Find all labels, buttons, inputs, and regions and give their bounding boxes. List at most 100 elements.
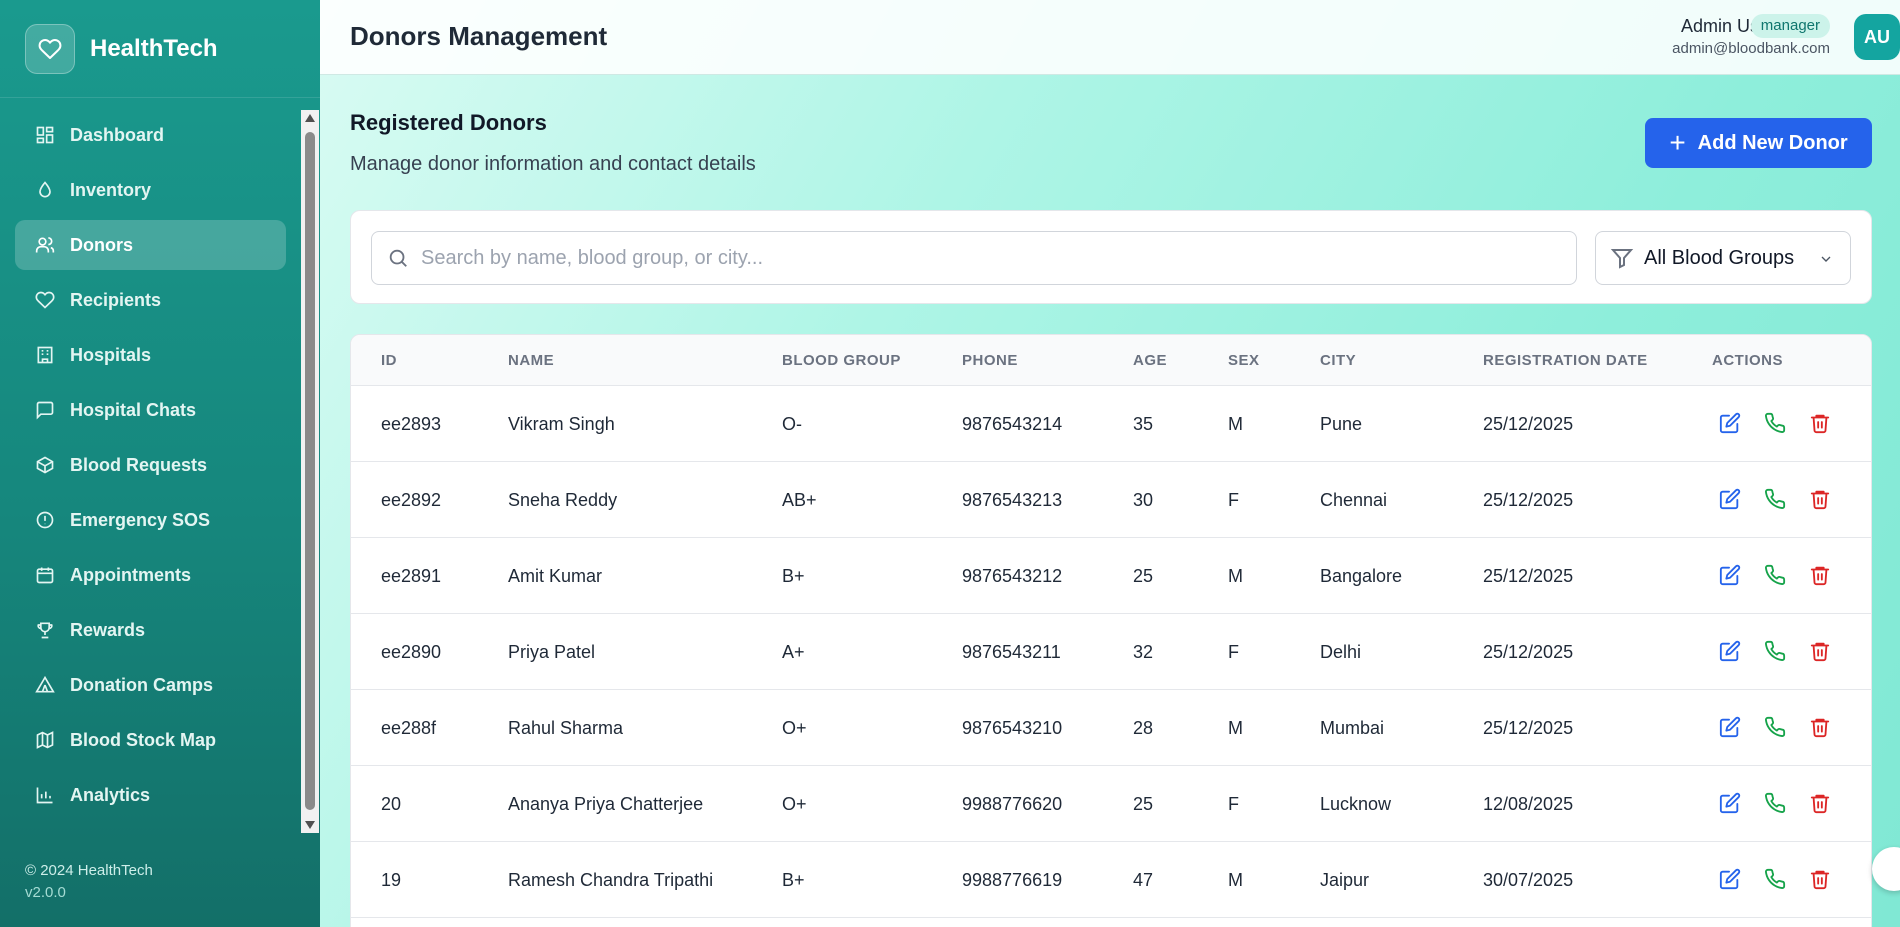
sidebar-item-recipients[interactable]: Recipients (15, 275, 286, 325)
cell-registration-date: 25/12/2025 (1483, 490, 1574, 510)
sidebar-item-label: Hospital Chats (70, 399, 197, 420)
cell-city: Lucknow (1320, 794, 1392, 814)
cell-registration-date: 25/12/2025 (1483, 414, 1574, 434)
scroll-down-icon[interactable] (305, 821, 315, 829)
plus-icon: + (1669, 127, 1686, 158)
top-bar: Donors Management Admin User manager adm… (320, 0, 1900, 75)
edit-icon[interactable] (1719, 868, 1743, 892)
cell-registration-date: 25/12/2025 (1483, 642, 1574, 662)
calendar-icon (36, 567, 54, 584)
cell-phone: 9988776619 (962, 870, 1063, 890)
trash-icon[interactable] (1809, 792, 1833, 816)
column-header-phone: PHONE (962, 352, 1018, 369)
cell-name: Sneha Reddy (508, 490, 618, 510)
sidebar-item-donation-camps[interactable]: Donation Camps (15, 660, 286, 710)
phone-icon[interactable] (1764, 488, 1788, 512)
phone-icon[interactable] (1764, 564, 1788, 588)
main-content: Donors Management Admin User manager adm… (320, 0, 1900, 927)
chevron-down-icon (1821, 256, 1831, 262)
sidebar-item-blood-stock-map[interactable]: Blood Stock Map (15, 715, 286, 765)
cell-age: 25 (1133, 566, 1154, 586)
blood-group-filter[interactable]: All Blood Groups (1595, 231, 1851, 285)
sidebar-item-label: Dashboard (70, 124, 165, 145)
section-title: Registered Donors (350, 110, 547, 135)
cell-registration-date: 25/12/2025 (1483, 566, 1574, 586)
trash-icon[interactable] (1809, 868, 1833, 892)
add-new-donor-button[interactable]: + Add New Donor (1645, 118, 1872, 168)
cell-registration-date: 12/08/2025 (1483, 794, 1574, 814)
edit-icon[interactable] (1719, 716, 1743, 740)
page-title: Donors Management (350, 21, 608, 51)
table-header: ID NAME BLOOD GROUP PHONE AGE SEX CITY R… (351, 335, 1871, 386)
scrollbar-thumb[interactable] (305, 132, 315, 810)
sidebar-item-hospital-chats[interactable]: Hospital Chats (15, 385, 286, 435)
sidebar-item-label: Donors (70, 234, 133, 255)
sidebar-item-label: Donation Camps (70, 674, 214, 695)
sidebar-item-rewards[interactable]: Rewards (15, 605, 286, 655)
cell-id: ee2892 (381, 490, 442, 510)
avatar[interactable]: AU (1854, 14, 1900, 60)
cell-name: Ananya Priya Chatterjee (508, 794, 704, 814)
alert-circle-icon (36, 511, 54, 529)
trash-icon[interactable] (1809, 640, 1833, 664)
sidebar-item-dashboard[interactable]: Dashboard (15, 110, 286, 160)
search-icon (389, 249, 407, 267)
table-row: ee2890 Priya Patel A+ 9876543211 32 F Delhi 25/… (351, 614, 1871, 690)
trash-icon[interactable] (1809, 412, 1833, 436)
phone-icon[interactable] (1764, 792, 1788, 816)
cell-sex: M (1228, 566, 1243, 586)
filter-selected-value: All Blood Groups (1644, 246, 1795, 269)
cell-sex: F (1228, 642, 1239, 662)
cell-sex: M (1228, 718, 1243, 738)
cell-name: Rahul Sharma (508, 718, 624, 738)
cell-registration-date: 25/12/2025 (1483, 718, 1574, 738)
donors-table: ID NAME BLOOD GROUP PHONE AGE SEX CITY R… (350, 334, 1872, 927)
heart-icon[interactable] (25, 23, 75, 74)
map-icon (36, 731, 54, 749)
phone-icon[interactable] (1764, 868, 1788, 892)
version-text: v2.0.0 (25, 884, 66, 901)
phone-icon[interactable] (1764, 640, 1788, 664)
brand-name: HealthTech (90, 34, 218, 62)
cell-name: Ramesh Chandra Tripathi (508, 870, 714, 890)
table-row: 19 Ramesh Chandra Tripathi B+ 9988776619 47 M… (351, 842, 1871, 918)
cell-blood-group: AB+ (782, 490, 817, 510)
sidebar-item-donors[interactable]: Donors (15, 220, 286, 270)
column-header-actions: ACTIONS (1712, 352, 1783, 369)
edit-icon[interactable] (1719, 792, 1743, 816)
table-row: ee2892 Sneha Reddy AB+ 9876543213 30 F Chennai… (351, 462, 1871, 538)
table-row: ee2893 Vikram Singh O- 9876543214 35 M Pune 25/… (351, 386, 1871, 462)
search-box[interactable] (371, 231, 1577, 285)
edit-icon[interactable] (1719, 488, 1743, 512)
cell-city: Pune (1320, 414, 1363, 434)
edit-icon[interactable] (1719, 640, 1743, 664)
sidebar-item-label: Appointments (70, 564, 191, 585)
sidebar-item-inventory[interactable]: Inventory (15, 165, 286, 215)
edit-icon[interactable] (1719, 564, 1743, 588)
cell-sex: M (1228, 414, 1243, 434)
sidebar-item-blood-requests[interactable]: Blood Requests (15, 440, 286, 490)
users-icon (35, 237, 55, 253)
column-header-id: ID (381, 352, 397, 369)
sidebar-item-label: Blood Stock Map (70, 729, 217, 750)
cell-id: 19 (381, 870, 402, 890)
role-badge: manager (1750, 14, 1830, 38)
cell-city: Jaipur (1320, 870, 1370, 890)
trash-icon[interactable] (1809, 564, 1833, 588)
search-input[interactable] (421, 246, 1521, 270)
phone-icon[interactable] (1764, 716, 1788, 740)
column-header-sex: SEX (1228, 352, 1260, 369)
trash-icon[interactable] (1809, 716, 1833, 740)
phone-icon[interactable] (1764, 412, 1788, 436)
trash-icon[interactable] (1809, 488, 1833, 512)
sidebar-scrollbar[interactable] (301, 110, 319, 833)
sidebar-item-analytics[interactable]: Analytics (15, 770, 286, 820)
grid-icon (36, 126, 54, 144)
sidebar-item-emergency-sos[interactable]: Emergency SOS (15, 495, 286, 545)
edit-icon[interactable] (1719, 412, 1743, 436)
cell-blood-group: O- (782, 414, 802, 434)
sidebar-item-appointments[interactable]: Appointments (15, 550, 286, 600)
sidebar-item-hospitals[interactable]: Hospitals (15, 330, 286, 380)
cell-phone: 9876543214 (962, 414, 1063, 434)
scroll-up-icon[interactable] (305, 114, 315, 122)
